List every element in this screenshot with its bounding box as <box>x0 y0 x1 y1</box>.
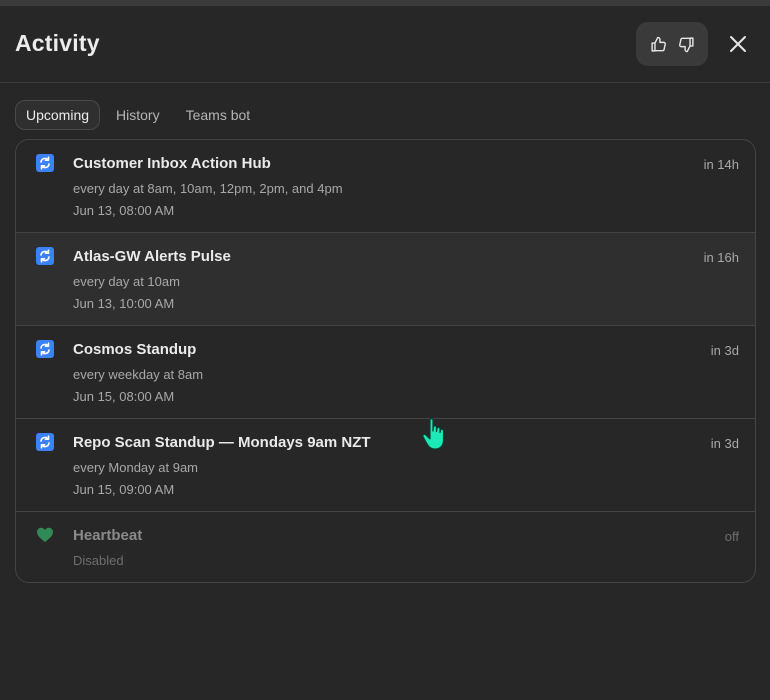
thumbs-down-icon[interactable] <box>677 35 695 53</box>
close-icon <box>730 36 746 52</box>
hand-cursor-icon <box>422 418 445 450</box>
refresh-icon <box>36 154 54 172</box>
item-schedule: every Monday at 9am <box>73 460 199 475</box>
refresh-icon <box>36 433 54 451</box>
page-title: Activity <box>15 30 100 56</box>
item-schedule: every weekday at 8am <box>73 367 204 382</box>
list-item[interactable]: Customer Inbox Action Hub every day at 8… <box>16 140 755 233</box>
item-title: Heartbeat <box>73 527 143 544</box>
item-title: Atlas-GW Alerts Pulse <box>73 248 231 265</box>
item-title: Repo Scan Standup — Mondays 9am NZT <box>73 434 371 451</box>
thumbs-up-icon[interactable] <box>649 35 667 53</box>
tab-history[interactable]: History <box>106 100 170 130</box>
item-status: Disabled <box>73 553 124 568</box>
item-next-run: Jun 13, 08:00 AM <box>73 203 175 218</box>
item-relative-time: in 3d <box>710 343 739 358</box>
list-item[interactable]: Heartbeat Disabled off <box>16 512 755 582</box>
item-relative-time: in 14h <box>703 157 739 172</box>
close-button[interactable] <box>724 30 752 58</box>
list-item[interactable]: Atlas-GW Alerts Pulse every day at 10am … <box>16 233 755 326</box>
item-relative-time: in 3d <box>710 436 739 451</box>
tab-teams-bot[interactable]: Teams bot <box>176 100 261 130</box>
item-next-run: Jun 15, 08:00 AM <box>73 389 175 404</box>
panel-header: Activity <box>0 6 770 83</box>
item-next-run: Jun 15, 09:00 AM <box>73 482 175 497</box>
item-relative-time: off <box>724 529 739 544</box>
refresh-icon <box>36 247 54 265</box>
item-schedule: every day at 8am, 10am, 12pm, 2pm, and 4… <box>73 181 343 196</box>
tab-upcoming[interactable]: Upcoming <box>15 100 101 130</box>
list-item[interactable]: Repo Scan Standup — Mondays 9am NZT ever… <box>16 419 755 512</box>
item-title: Cosmos Standup <box>73 341 197 358</box>
tab-bar: Upcoming History Teams bot <box>15 100 260 130</box>
feedback-group <box>636 22 708 66</box>
item-title: Customer Inbox Action Hub <box>73 155 271 172</box>
item-next-run: Jun 13, 10:00 AM <box>73 296 175 311</box>
item-schedule: every day at 10am <box>73 274 180 289</box>
green-heart-icon <box>37 527 53 542</box>
activity-list: Customer Inbox Action Hub every day at 8… <box>15 139 756 583</box>
refresh-icon <box>36 340 54 358</box>
item-relative-time: in 16h <box>703 250 739 265</box>
list-item[interactable]: Cosmos Standup every weekday at 8am Jun … <box>16 326 755 419</box>
